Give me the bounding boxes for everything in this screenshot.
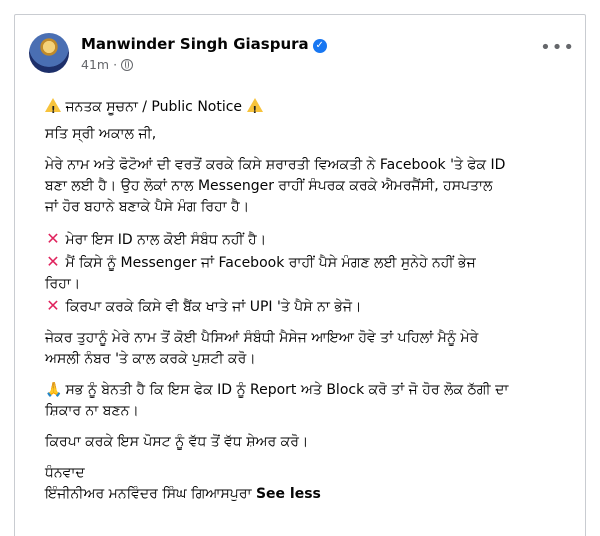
paragraph-2-line: ਅਸਲੀ ਨੰਬਰ 'ਤੇ ਕਾਲ ਕਰਕੇ ਪੁਸ਼ਟੀ ਕਰੋ। [45, 351, 256, 367]
notice-title: ਜਨਤਕ ਸੂਚਨਾ / Public Notice [45, 97, 585, 121]
post-time[interactable]: 41m [81, 57, 109, 72]
paragraph-3: 🙏 ਸਭ ਨੂੰ ਬੇਨਤੀ ਹੈ ਕਿ ਇਸ ਫੇਕ ID ਨੂੰ Repor… [45, 380, 585, 422]
greeting: ਸਤਿ ਸ੍ਰੀ ਅਕਾਲ ਜੀ, [45, 124, 585, 145]
warning-icon [246, 98, 263, 121]
cross-mark-icon: ✕ [46, 229, 60, 248]
post-header: Manwinder Singh Giaspura ✓ 41m · ••• [29, 33, 585, 81]
sign-off: ਧੰਨਵਾਦ ਇੰਜੀਨੀਅਰ ਮਨਵਿੰਦਰ ਸਿੰਘ ਗਿਆਸਪੁਰਾ Se… [45, 463, 585, 505]
more-options-icon[interactable]: ••• [540, 39, 575, 57]
thanks-text: ਧੰਨਵਾਦ [45, 465, 85, 481]
paragraph-2: ਜੇਕਰ ਤੁਹਾਨੂੰ ਮੇਰੇ ਨਾਮ ਤੋਂ ਕੋਈ ਪੈਸਿਆਂ ਸੰਬ… [45, 328, 585, 370]
meta-separator: · [113, 57, 118, 72]
globe-icon[interactable] [121, 59, 134, 71]
warning-icon [45, 98, 61, 121]
point-item: ✕ ਕਿਰਪਾ ਕਰਕੇ ਕਿਸੇ ਵੀ ਬੈਂਕ ਖਾਤੇ ਜਾਂ UPI '… [45, 295, 585, 318]
signature-text: ਇੰਜੀਨੀਅਰ ਮਨਵਿੰਦਰ ਸਿੰਘ ਗਿਆਸਪੁਰਾ [45, 486, 252, 502]
paragraph-3-line: 🙏 ਸਭ ਨੂੰ ਬੇਨਤੀ ਹੈ ਕਿ ਇਸ ਫੇਕ ID ਨੂੰ Repor… [45, 380, 585, 401]
paragraph-3-line: ਸ਼ਿਕਾਰ ਨਾ ਬਣਨ। [45, 403, 139, 419]
greeting-text: ਸਤਿ ਸ੍ਰੀ ਅਕਾਲ ਜੀ, [45, 126, 157, 142]
paragraph-4-text: ਕਿਰਪਾ ਕਰਕੇ ਇਸ ਪੋਸਟ ਨੂੰ ਵੱਧ ਤੋਂ ਵੱਧ ਸ਼ੇਅਰ… [45, 434, 309, 450]
post-card: Manwinder Singh Giaspura✓ 41m · ••• ਜਨਤਕ… [14, 14, 586, 536]
point-text: ਮੈਂ ਕਿਸੇ ਨੂੰ Messenger ਜਾਂ Facebook ਰਾਹੀ… [65, 255, 476, 271]
point-text: ਮੇਰਾ ਇਸ ID ਨਾਲ ਕੋਈ ਸੰਬੰਧ ਨਹੀਂ ਹੈ। [65, 232, 267, 248]
point-item: ✕ ਮੈਂ ਕਿਸੇ ਨੂੰ Messenger ਜਾਂ Facebook ਰਾ… [45, 251, 585, 274]
paragraph-4: ਕਿਰਪਾ ਕਰਕੇ ਇਸ ਪੋਸਟ ਨੂੰ ਵੱਧ ਤੋਂ ਵੱਧ ਸ਼ੇਅਰ… [45, 432, 585, 453]
avatar[interactable] [29, 33, 69, 73]
notice-title-text: ਜਨਤਕ ਸੂਚਨਾ / Public Notice [65, 99, 243, 115]
point-text: ਕਿਰਪਾ ਕਰਕੇ ਕਿਸੇ ਵੀ ਬੈਂਕ ਖਾਤੇ ਜਾਂ UPI 'ਤੇ… [65, 299, 362, 315]
paragraph-1-line: ਮੇਰੇ ਨਾਮ ਅਤੇ ਫੋਟੋਆਂ ਦੀ ਵਰਤੋਂ ਕਰਕੇ ਕਿਸੇ ਸ… [45, 157, 506, 173]
cross-mark-icon: ✕ [46, 252, 60, 271]
verified-badge-icon: ✓ [312, 39, 327, 53]
paragraph-3-text: ਸਭ ਨੂੰ ਬੇਨਤੀ ਹੈ ਕਿ ਇਸ ਫੇਕ ID ਨੂੰ Report … [65, 382, 509, 398]
post-meta: 41m · [81, 57, 134, 72]
paragraph-1-line: ਬਣਾ ਲਈ ਹੈ। ਉਹ ਲੋਕਾਂ ਨਾਲ Messenger ਰਾਹੀਂ … [45, 178, 493, 194]
cross-mark-icon: ✕ [46, 296, 60, 315]
paragraph-2-line: ਜੇਕਰ ਤੁਹਾਨੂੰ ਮੇਰੇ ਨਾਮ ਤੋਂ ਕੋਈ ਪੈਸਿਆਂ ਸੰਬ… [45, 330, 479, 346]
author-name[interactable]: Manwinder Singh Giaspura ✓ [81, 35, 327, 53]
screen: Manwinder Singh Giaspura✓ 41m · ••• ਜਨਤਕ… [0, 0, 600, 536]
paragraph-1: ਮੇਰੇ ਨਾਮ ਅਤੇ ਫੋਟੋਆਂ ਦੀ ਵਰਤੋਂ ਕਰਕੇ ਕਿਸੇ ਸ… [45, 155, 585, 218]
point-item-continued: ਰਿਹਾ। [45, 276, 81, 292]
point-item: ✕ ਮੇਰਾ ਇਸ ID ਨਾਲ ਕੋਈ ਸੰਬੰਧ ਨਹੀਂ ਹੈ। [45, 228, 585, 251]
paragraph-1-line: ਜਾਂ ਹੋਰ ਬਹਾਨੇ ਬਣਾਕੇ ਪੈਸੇ ਮੰਗ ਰਿਹਾ ਹੈ। [45, 199, 250, 215]
author-name-text[interactable]: Manwinder Singh Giaspura [81, 35, 309, 53]
points-list: ✕ ਮੇਰਾ ਇਸ ID ਨਾਲ ਕੋਈ ਸੰਬੰਧ ਨਹੀਂ ਹੈ। ✕ ਮੈ… [45, 228, 585, 318]
see-less-link[interactable]: See less [256, 486, 321, 502]
signature-line: ਇੰਜੀਨੀਅਰ ਮਨਵਿੰਦਰ ਸਿੰਘ ਗਿਆਸਪੁਰਾ See less [45, 484, 585, 505]
folded-hands-icon: 🙏 [45, 382, 63, 398]
post-body: ਜਨਤਕ ਸੂਚਨਾ / Public Notice ਸਤਿ ਸ੍ਰੀ ਅਕਾਲ… [45, 97, 585, 505]
